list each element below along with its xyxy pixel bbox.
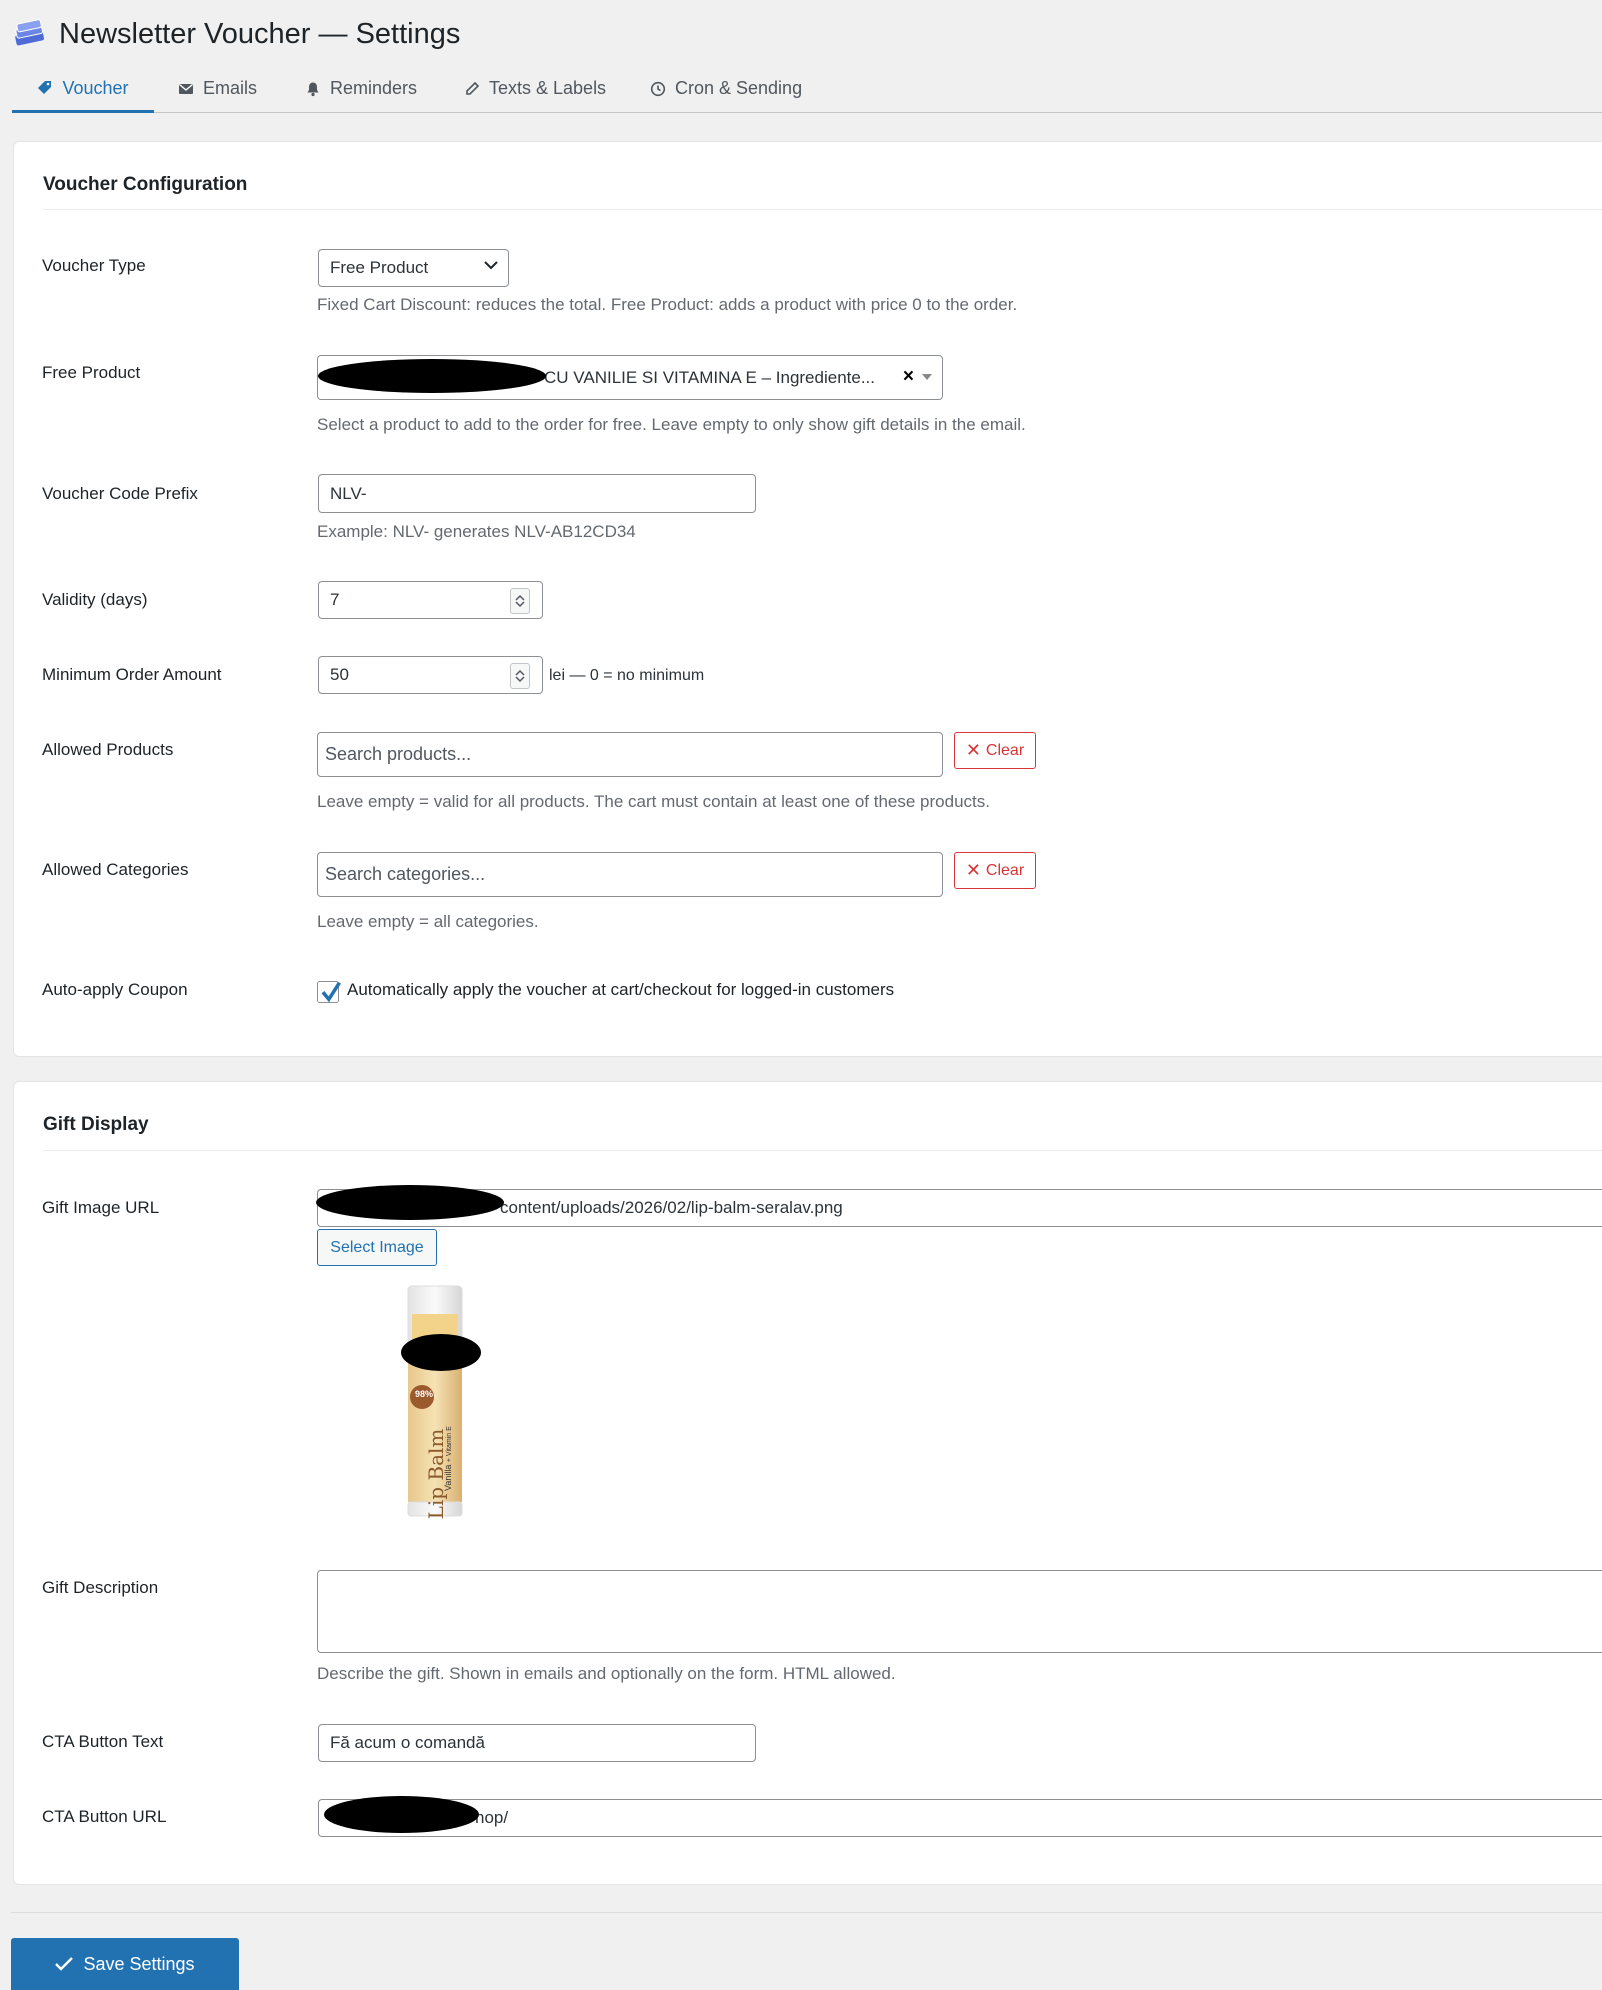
gift-image-subtext: Vanilla [443, 1464, 453, 1491]
tab-label: Voucher [62, 77, 129, 98]
redaction-mark [316, 1185, 504, 1220]
tab-label: Emails [203, 78, 258, 98]
allowed-products-desc: Leave empty = valid for all products. Th… [317, 792, 990, 811]
voucher-type-label: Voucher Type [42, 256, 146, 275]
tab-emails[interactable]: Emails [178, 66, 257, 111]
bell-icon [307, 82, 319, 96]
redaction-mark [318, 359, 546, 393]
voucher-config-card: Voucher Configuration [13, 141, 1602, 1057]
input-value: NLV- [330, 483, 367, 503]
min-order-input[interactable]: 50 [318, 656, 543, 694]
clear-categories-button[interactable]: ✕ Clear [954, 852, 1036, 889]
gift-image-preview: 98% Lip Balm Vanilla + Vitamin E [404, 1284, 466, 1519]
checkmark-icon [55, 1957, 74, 1971]
min-order-label: Minimum Order Amount [42, 665, 222, 684]
select-value: Free Product [330, 258, 429, 277]
gift-description-label: Gift Description [42, 1578, 159, 1597]
cta-url-label: CTA Button URL [42, 1807, 167, 1826]
chevron-down-icon [515, 676, 525, 683]
tab-cron-sending[interactable]: Cron & Sending [650, 66, 802, 111]
pencil-icon [466, 81, 480, 95]
clear-products-button[interactable]: ✕ Clear [954, 732, 1036, 769]
free-product-desc: Select a product to add to the order for… [317, 415, 1026, 434]
page-title: Newsletter Voucher — Settings [59, 18, 461, 50]
checkmark-icon [321, 981, 341, 1003]
number-stepper[interactable] [510, 588, 530, 614]
chevron-up-icon [515, 669, 525, 676]
input-value: 7 [330, 590, 340, 609]
close-icon: ✕ [965, 860, 981, 880]
auto-apply-checkbox[interactable] [317, 981, 341, 1003]
tab-reminders[interactable]: Reminders [305, 66, 417, 111]
button-label: Select Image [330, 1238, 424, 1256]
chevron-down-icon [515, 601, 525, 608]
input-value: hop/ [475, 1808, 509, 1827]
cta-url-input[interactable]: hop/ [318, 1799, 1602, 1837]
gift-image-url-input[interactable]: content/uploads/2026/02/lip-balm-seralav… [317, 1189, 1602, 1227]
gift-description-textarea[interactable] [317, 1570, 1602, 1653]
button-label: Save Settings [83, 1953, 195, 1974]
tab-texts-labels[interactable]: Texts & Labels [464, 66, 606, 111]
chevron-down-icon [484, 261, 498, 270]
allowed-categories-desc: Leave empty = all categories. [317, 912, 539, 931]
voucher-type-desc: Fixed Cart Discount: reduces the total. … [317, 295, 1018, 314]
clear-selection-icon[interactable]: × [903, 366, 914, 388]
tag-icon [38, 81, 52, 94]
button-label: Clear [985, 741, 1025, 759]
tab-voucher[interactable]: Voucher [12, 66, 154, 113]
footer-divider [11, 1912, 1602, 1913]
free-product-label: Free Product [42, 363, 141, 382]
voucher-prefix-desc: Example: NLV- generates NLV-AB12CD34 [317, 522, 636, 541]
close-icon: ✕ [965, 740, 981, 760]
section-title: Gift Display [43, 1114, 149, 1135]
cta-text-label: CTA Button Text [42, 1732, 164, 1751]
cta-text-input[interactable]: Fă acum o comandă [318, 1724, 756, 1762]
tab-label: Reminders [330, 78, 418, 98]
allowed-categories-label: Allowed Categories [42, 860, 189, 879]
auto-apply-label: Auto-apply Coupon [42, 980, 188, 999]
voucher-type-select[interactable]: Free Product [318, 249, 509, 287]
number-stepper[interactable] [510, 663, 530, 689]
input-value: 50 [330, 665, 349, 684]
input-value: content/uploads/2026/02/lip-balm-seralav… [500, 1198, 843, 1217]
input-value: Fă acum o comandă [330, 1733, 485, 1752]
placeholder-text: Search categories... [325, 864, 486, 884]
auto-apply-text: Automatically apply the voucher at cart/… [347, 980, 895, 999]
min-order-suffix: lei — 0 = no minimum [549, 667, 705, 684]
section-title: Voucher Configuration [43, 174, 248, 195]
select-image-button[interactable]: Select Image [317, 1229, 437, 1266]
voucher-prefix-label: Voucher Code Prefix [42, 484, 198, 503]
gift-description-desc: Describe the gift. Shown in emails and o… [317, 1664, 896, 1683]
clock-icon [650, 81, 666, 96]
allowed-products-search[interactable]: Search products... [317, 732, 943, 777]
button-label: Clear [985, 861, 1025, 879]
tab-label: Texts & Labels [489, 78, 607, 98]
caret-down-icon[interactable] [922, 374, 932, 380]
redaction-mark [324, 1796, 479, 1833]
allowed-products-label: Allowed Products [42, 740, 174, 759]
validity-label: Validity (days) [42, 590, 148, 609]
voucher-prefix-input[interactable]: NLV- [318, 474, 756, 513]
gift-image-url-label: Gift Image URL [42, 1198, 160, 1217]
redaction-mark [401, 1334, 481, 1371]
envelope-icon [179, 83, 193, 94]
gift-image-vit: + Vitamin E [446, 1426, 453, 1463]
tab-bar: Voucher Emails Reminders Texts & Labels … [12, 66, 1602, 113]
tab-label: Cron & Sending [675, 78, 803, 98]
validity-input[interactable]: 7 [318, 581, 543, 619]
save-settings-button[interactable]: Save Settings [11, 1938, 239, 1990]
ticket-stack-icon [11, 17, 47, 53]
placeholder-text: Search products... [325, 744, 472, 764]
gift-image-badge: 98% [415, 1389, 434, 1399]
allowed-categories-search[interactable]: Search categories... [317, 852, 943, 897]
chevron-up-icon [515, 594, 525, 601]
select-value: CU VANILIE SI VITAMINA E – Ingrediente..… [544, 367, 876, 387]
